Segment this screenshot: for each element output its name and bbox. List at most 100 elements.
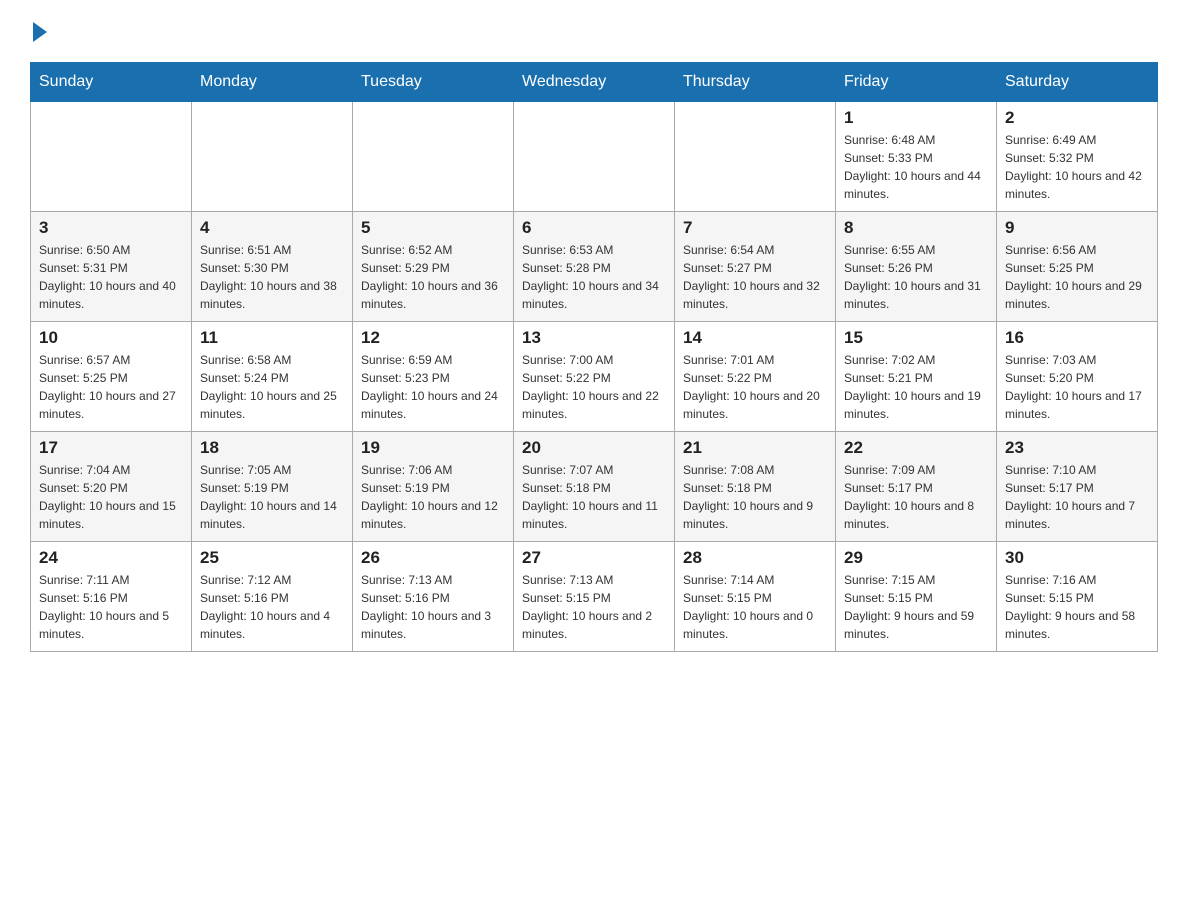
day-number: 1 <box>844 108 988 128</box>
calendar-cell: 4 Sunrise: 6:51 AMSunset: 5:30 PMDaylight… <box>192 212 353 322</box>
weekday-header: Wednesday <box>514 63 675 102</box>
calendar-table: SundayMondayTuesdayWednesdayThursdayFrid… <box>30 62 1158 652</box>
calendar-cell <box>353 102 514 212</box>
calendar-cell: 18 Sunrise: 7:05 AMSunset: 5:19 PMDayligh… <box>192 432 353 542</box>
day-info: Sunrise: 7:06 AMSunset: 5:19 PMDaylight:… <box>361 461 505 533</box>
page-header <box>30 20 1158 42</box>
day-info: Sunrise: 6:51 AMSunset: 5:30 PMDaylight:… <box>200 241 344 313</box>
calendar-cell: 11 Sunrise: 6:58 AMSunset: 5:24 PMDayligh… <box>192 322 353 432</box>
calendar-cell: 13 Sunrise: 7:00 AMSunset: 5:22 PMDayligh… <box>514 322 675 432</box>
day-info: Sunrise: 6:57 AMSunset: 5:25 PMDaylight:… <box>39 351 183 423</box>
day-number: 10 <box>39 328 183 348</box>
day-number: 22 <box>844 438 988 458</box>
day-number: 5 <box>361 218 505 238</box>
day-info: Sunrise: 6:52 AMSunset: 5:29 PMDaylight:… <box>361 241 505 313</box>
day-number: 15 <box>844 328 988 348</box>
weekday-header: Friday <box>836 63 997 102</box>
calendar-week-row: 17Sunrise: 7:04 AMSunset: 5:20 PMDayligh… <box>31 432 1158 542</box>
calendar-cell <box>514 102 675 212</box>
calendar-cell <box>31 102 192 212</box>
day-info: Sunrise: 7:04 AMSunset: 5:20 PMDaylight:… <box>39 461 183 533</box>
day-info: Sunrise: 7:13 AMSunset: 5:15 PMDaylight:… <box>522 571 666 643</box>
calendar-cell: 19Sunrise: 7:06 AMSunset: 5:19 PMDayligh… <box>353 432 514 542</box>
calendar-cell: 10 Sunrise: 6:57 AMSunset: 5:25 PMDayligh… <box>31 322 192 432</box>
day-info: Sunrise: 7:13 AMSunset: 5:16 PMDaylight:… <box>361 571 505 643</box>
day-info: Sunrise: 6:58 AMSunset: 5:24 PMDaylight:… <box>200 351 344 423</box>
calendar-cell: 21 Sunrise: 7:08 AMSunset: 5:18 PMDayligh… <box>675 432 836 542</box>
day-number: 9 <box>1005 218 1149 238</box>
calendar-cell: 6 Sunrise: 6:53 AMSunset: 5:28 PMDaylight… <box>514 212 675 322</box>
calendar-cell: 7 Sunrise: 6:54 AMSunset: 5:27 PMDaylight… <box>675 212 836 322</box>
calendar-cell: 2 Sunrise: 6:49 AMSunset: 5:32 PMDaylight… <box>997 102 1158 212</box>
day-number: 2 <box>1005 108 1149 128</box>
day-info: Sunrise: 6:48 AMSunset: 5:33 PMDaylight:… <box>844 131 988 203</box>
calendar-cell: 14Sunrise: 7:01 AMSunset: 5:22 PMDayligh… <box>675 322 836 432</box>
day-number: 6 <box>522 218 666 238</box>
weekday-header: Tuesday <box>353 63 514 102</box>
day-number: 3 <box>39 218 183 238</box>
calendar-cell: 8 Sunrise: 6:55 AMSunset: 5:26 PMDaylight… <box>836 212 997 322</box>
day-info: Sunrise: 6:55 AMSunset: 5:26 PMDaylight:… <box>844 241 988 313</box>
day-number: 8 <box>844 218 988 238</box>
calendar-cell: 16Sunrise: 7:03 AMSunset: 5:20 PMDayligh… <box>997 322 1158 432</box>
calendar-cell: 17Sunrise: 7:04 AMSunset: 5:20 PMDayligh… <box>31 432 192 542</box>
logo <box>30 20 47 42</box>
day-number: 12 <box>361 328 505 348</box>
calendar-week-row: 24 Sunrise: 7:11 AMSunset: 5:16 PMDayligh… <box>31 542 1158 652</box>
day-number: 18 <box>200 438 344 458</box>
calendar-cell: 27 Sunrise: 7:13 AMSunset: 5:15 PMDayligh… <box>514 542 675 652</box>
calendar-week-row: 10 Sunrise: 6:57 AMSunset: 5:25 PMDayligh… <box>31 322 1158 432</box>
day-info: Sunrise: 7:07 AMSunset: 5:18 PMDaylight:… <box>522 461 666 533</box>
calendar-week-row: 1 Sunrise: 6:48 AMSunset: 5:33 PMDaylight… <box>31 102 1158 212</box>
weekday-header: Monday <box>192 63 353 102</box>
day-info: Sunrise: 7:02 AMSunset: 5:21 PMDaylight:… <box>844 351 988 423</box>
day-info: Sunrise: 7:00 AMSunset: 5:22 PMDaylight:… <box>522 351 666 423</box>
day-number: 11 <box>200 328 344 348</box>
day-number: 27 <box>522 548 666 568</box>
day-number: 26 <box>361 548 505 568</box>
calendar-cell <box>675 102 836 212</box>
day-number: 7 <box>683 218 827 238</box>
day-number: 29 <box>844 548 988 568</box>
calendar-cell: 25 Sunrise: 7:12 AMSunset: 5:16 PMDayligh… <box>192 542 353 652</box>
day-number: 21 <box>683 438 827 458</box>
calendar-cell: 5 Sunrise: 6:52 AMSunset: 5:29 PMDaylight… <box>353 212 514 322</box>
day-number: 23 <box>1005 438 1149 458</box>
logo-arrow-icon <box>33 22 47 42</box>
day-info: Sunrise: 6:53 AMSunset: 5:28 PMDaylight:… <box>522 241 666 313</box>
day-info: Sunrise: 7:10 AMSunset: 5:17 PMDaylight:… <box>1005 461 1149 533</box>
weekday-header: Sunday <box>31 63 192 102</box>
day-info: Sunrise: 7:05 AMSunset: 5:19 PMDaylight:… <box>200 461 344 533</box>
day-number: 14 <box>683 328 827 348</box>
day-info: Sunrise: 7:03 AMSunset: 5:20 PMDaylight:… <box>1005 351 1149 423</box>
calendar-cell: 30 Sunrise: 7:16 AMSunset: 5:15 PMDayligh… <box>997 542 1158 652</box>
day-info: Sunrise: 7:12 AMSunset: 5:16 PMDaylight:… <box>200 571 344 643</box>
calendar-cell: 28Sunrise: 7:14 AMSunset: 5:15 PMDayligh… <box>675 542 836 652</box>
day-info: Sunrise: 7:08 AMSunset: 5:18 PMDaylight:… <box>683 461 827 533</box>
weekday-header: Thursday <box>675 63 836 102</box>
day-number: 28 <box>683 548 827 568</box>
calendar-cell: 24 Sunrise: 7:11 AMSunset: 5:16 PMDayligh… <box>31 542 192 652</box>
calendar-week-row: 3Sunrise: 6:50 AMSunset: 5:31 PMDaylight… <box>31 212 1158 322</box>
calendar-header: SundayMondayTuesdayWednesdayThursdayFrid… <box>31 63 1158 102</box>
calendar-cell: 9 Sunrise: 6:56 AMSunset: 5:25 PMDaylight… <box>997 212 1158 322</box>
day-number: 13 <box>522 328 666 348</box>
calendar-cell: 29 Sunrise: 7:15 AMSunset: 5:15 PMDayligh… <box>836 542 997 652</box>
day-number: 24 <box>39 548 183 568</box>
calendar-cell <box>192 102 353 212</box>
day-number: 30 <box>1005 548 1149 568</box>
calendar-cell: 3Sunrise: 6:50 AMSunset: 5:31 PMDaylight… <box>31 212 192 322</box>
day-number: 25 <box>200 548 344 568</box>
calendar-cell: 23 Sunrise: 7:10 AMSunset: 5:17 PMDayligh… <box>997 432 1158 542</box>
day-info: Sunrise: 6:49 AMSunset: 5:32 PMDaylight:… <box>1005 131 1149 203</box>
day-info: Sunrise: 7:15 AMSunset: 5:15 PMDaylight:… <box>844 571 988 643</box>
weekday-header: Saturday <box>997 63 1158 102</box>
day-info: Sunrise: 6:56 AMSunset: 5:25 PMDaylight:… <box>1005 241 1149 313</box>
calendar-cell: 15 Sunrise: 7:02 AMSunset: 5:21 PMDayligh… <box>836 322 997 432</box>
day-info: Sunrise: 7:11 AMSunset: 5:16 PMDaylight:… <box>39 571 183 643</box>
day-info: Sunrise: 7:16 AMSunset: 5:15 PMDaylight:… <box>1005 571 1149 643</box>
day-info: Sunrise: 6:54 AMSunset: 5:27 PMDaylight:… <box>683 241 827 313</box>
calendar-cell: 1 Sunrise: 6:48 AMSunset: 5:33 PMDaylight… <box>836 102 997 212</box>
calendar-cell: 22Sunrise: 7:09 AMSunset: 5:17 PMDayligh… <box>836 432 997 542</box>
day-number: 4 <box>200 218 344 238</box>
